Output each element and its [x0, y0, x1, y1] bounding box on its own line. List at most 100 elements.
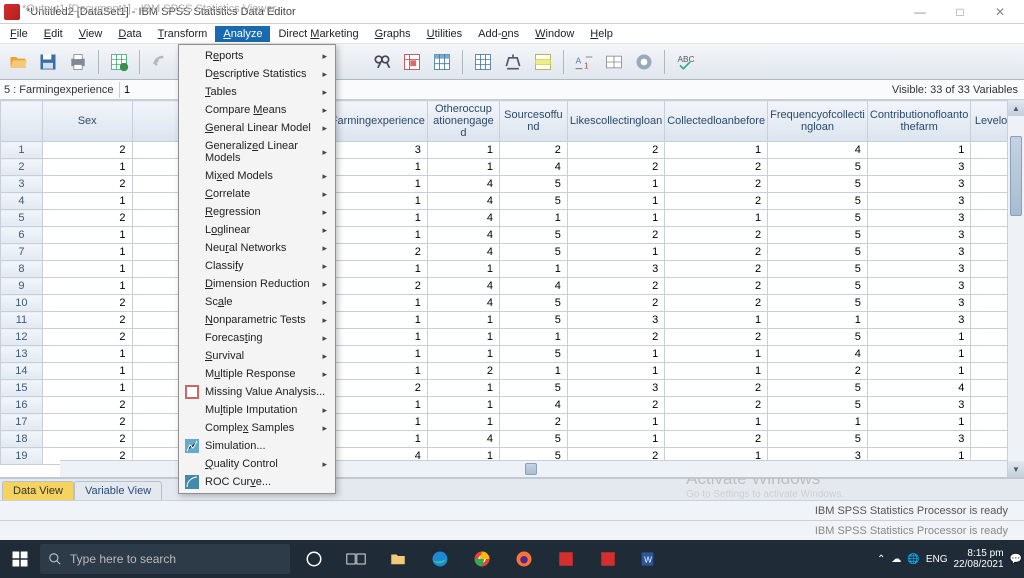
- data-cell[interactable]: 5: [499, 380, 567, 397]
- analyze-menu-item[interactable]: Nonparametric Tests▸: [181, 311, 333, 329]
- row-header[interactable]: 12: [1, 329, 43, 346]
- data-cell[interactable]: 2: [768, 363, 868, 380]
- menu-analyze[interactable]: Analyze: [215, 26, 270, 42]
- analyze-menu-item[interactable]: Regression▸: [181, 203, 333, 221]
- tab-data-view[interactable]: Data View: [2, 481, 74, 500]
- data-cell[interactable]: 2: [328, 278, 427, 295]
- row-header[interactable]: 18: [1, 431, 43, 448]
- scroll-thumb[interactable]: [1010, 136, 1022, 216]
- analyze-menu-item[interactable]: Dimension Reduction▸: [181, 275, 333, 293]
- data-cell[interactable]: 4: [768, 142, 868, 159]
- data-cell[interactable]: 1: [567, 363, 664, 380]
- analyze-menu-item[interactable]: Quality Control▸: [181, 455, 333, 473]
- menu-addons[interactable]: Add-ons: [470, 26, 527, 42]
- print-icon[interactable]: [64, 48, 92, 76]
- analyze-menu-item[interactable]: Reports▸: [181, 47, 333, 65]
- data-cell[interactable]: 1: [328, 312, 427, 329]
- data-cell[interactable]: 4: [499, 397, 567, 414]
- row-header[interactable]: 17: [1, 414, 43, 431]
- data-cell[interactable]: 2: [427, 363, 499, 380]
- data-cell[interactable]: 2: [665, 397, 768, 414]
- data-cell[interactable]: 2: [42, 176, 132, 193]
- tray-language[interactable]: ENG: [926, 554, 948, 565]
- spell-check-icon[interactable]: ABC: [671, 48, 699, 76]
- cell-reference[interactable]: 5 : Farmingexperience: [0, 82, 120, 98]
- analyze-menu-item[interactable]: Simulation...: [181, 437, 333, 455]
- menu-direct-marketing[interactable]: Direct Marketing: [270, 26, 366, 42]
- data-cell[interactable]: 1: [42, 346, 132, 363]
- find-icon[interactable]: [368, 48, 396, 76]
- data-cell[interactable]: 3: [867, 193, 970, 210]
- analyze-menu-item[interactable]: Compare Means▸: [181, 101, 333, 119]
- tray-network-icon[interactable]: 🌐: [907, 554, 919, 565]
- column-header[interactable]: Likescollectingloan: [567, 101, 664, 142]
- tray-cloud-icon[interactable]: ☁: [891, 554, 901, 565]
- data-cell[interactable]: 4: [427, 295, 499, 312]
- menu-data[interactable]: Data: [110, 26, 149, 42]
- analyze-menu-item[interactable]: Loglinear▸: [181, 221, 333, 239]
- data-cell[interactable]: 5: [499, 227, 567, 244]
- data-cell[interactable]: 4: [427, 431, 499, 448]
- column-header[interactable]: Otheroccupationengaged: [427, 101, 499, 142]
- weight-icon[interactable]: [499, 48, 527, 76]
- data-cell[interactable]: 2: [665, 261, 768, 278]
- row-header[interactable]: 4: [1, 193, 43, 210]
- data-cell[interactable]: 2: [567, 295, 664, 312]
- task-view-icon[interactable]: [338, 540, 374, 578]
- row-header[interactable]: 19: [1, 448, 43, 465]
- data-cell[interactable]: 2: [665, 176, 768, 193]
- data-cell[interactable]: 5: [768, 227, 868, 244]
- data-cell[interactable]: 2: [42, 312, 132, 329]
- data-cell[interactable]: 1: [328, 210, 427, 227]
- data-cell[interactable]: 3: [867, 312, 970, 329]
- data-cell[interactable]: 5: [499, 295, 567, 312]
- scroll-up-icon[interactable]: ▲: [1008, 100, 1024, 116]
- data-cell[interactable]: 5: [768, 431, 868, 448]
- data-cell[interactable]: 3: [567, 380, 664, 397]
- hscroll-thumb[interactable]: [525, 463, 537, 475]
- data-cell[interactable]: 2: [42, 210, 132, 227]
- data-cell[interactable]: 1: [567, 176, 664, 193]
- data-cell[interactable]: 5: [499, 244, 567, 261]
- analyze-menu-item[interactable]: Neural Networks▸: [181, 239, 333, 257]
- analyze-menu-item[interactable]: Missing Value Analysis...: [181, 383, 333, 401]
- data-cell[interactable]: 4: [499, 278, 567, 295]
- save-icon[interactable]: [34, 48, 62, 76]
- row-header[interactable]: 1: [1, 142, 43, 159]
- menu-help[interactable]: Help: [582, 26, 621, 42]
- analyze-menu-item[interactable]: Descriptive Statistics▸: [181, 65, 333, 83]
- show-all-icon[interactable]: [630, 48, 658, 76]
- data-cell[interactable]: 1: [427, 380, 499, 397]
- start-button[interactable]: [0, 540, 40, 578]
- column-header[interactable]: Frequencyofcollectingloan: [768, 101, 868, 142]
- data-cell[interactable]: 4: [427, 176, 499, 193]
- data-cell[interactable]: 1: [867, 414, 970, 431]
- data-cell[interactable]: 5: [768, 397, 868, 414]
- data-cell[interactable]: 1: [499, 261, 567, 278]
- data-cell[interactable]: 2: [567, 159, 664, 176]
- row-header[interactable]: 3: [1, 176, 43, 193]
- data-cell[interactable]: 1: [867, 142, 970, 159]
- data-cell[interactable]: 5: [499, 431, 567, 448]
- close-button[interactable]: ✕: [980, 0, 1020, 24]
- data-cell[interactable]: 5: [768, 159, 868, 176]
- data-cell[interactable]: 3: [867, 261, 970, 278]
- analyze-menu-item[interactable]: Scale▸: [181, 293, 333, 311]
- data-cell[interactable]: 3: [328, 142, 427, 159]
- data-cell[interactable]: 2: [665, 193, 768, 210]
- explorer-icon[interactable]: [380, 540, 416, 578]
- data-cell[interactable]: 1: [567, 210, 664, 227]
- data-cell[interactable]: 3: [567, 312, 664, 329]
- data-cell[interactable]: 5: [768, 210, 868, 227]
- data-cell[interactable]: 5: [768, 329, 868, 346]
- analyze-menu-item[interactable]: Generalized Linear Models▸: [181, 137, 333, 167]
- minimize-button[interactable]: —: [900, 0, 940, 24]
- cell-value[interactable]: 1: [120, 82, 170, 98]
- variables-icon[interactable]: [428, 48, 456, 76]
- data-cell[interactable]: 4: [427, 210, 499, 227]
- data-cell[interactable]: 2: [665, 431, 768, 448]
- data-cell[interactable]: 1: [567, 414, 664, 431]
- data-cell[interactable]: 1: [42, 261, 132, 278]
- row-header[interactable]: 5: [1, 210, 43, 227]
- analyze-menu-item[interactable]: Mixed Models▸: [181, 167, 333, 185]
